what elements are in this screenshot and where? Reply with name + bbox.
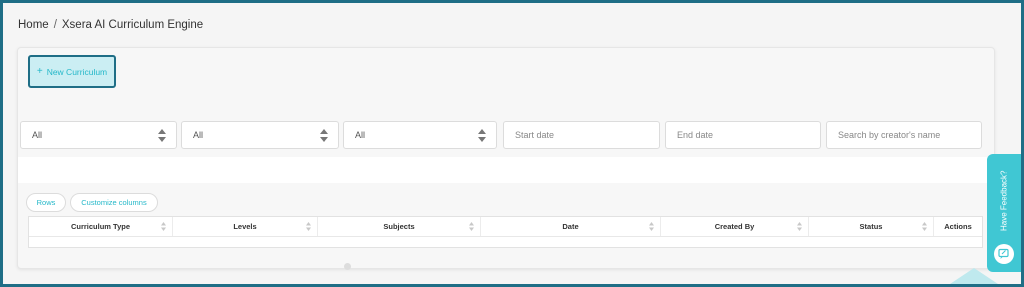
creator-search-placeholder: Search by creator's name <box>838 130 941 140</box>
creator-search-input[interactable]: Search by creator's name <box>826 121 982 149</box>
column-header-actions: Actions <box>934 217 982 236</box>
column-label: Subjects <box>383 222 415 231</box>
column-label: Status <box>859 222 883 231</box>
filter-select-1-value: All <box>32 130 43 140</box>
table-header: Curriculum Type Levels Subjects Date Cre… <box>29 217 982 237</box>
sort-icon <box>161 222 166 231</box>
column-label: Curriculum Type <box>70 222 131 231</box>
column-header-created-by[interactable]: Created By <box>661 217 809 236</box>
breadcrumb-current: Xsera AI Curriculum Engine <box>61 19 204 31</box>
feedback-tab[interactable]: Have Feedback? <box>987 154 1021 272</box>
curriculum-table: Curriculum Type Levels Subjects Date Cre… <box>28 216 983 248</box>
end-date-input[interactable]: End date <box>665 121 821 149</box>
column-label: Actions <box>944 222 972 231</box>
plus-icon: + <box>36 66 43 77</box>
sort-icon <box>797 222 802 231</box>
column-header-date[interactable]: Date <box>481 217 661 236</box>
column-header-subjects[interactable]: Subjects <box>318 217 481 236</box>
column-header-curriculum-type[interactable]: Curriculum Type <box>29 217 173 236</box>
window-frame-top <box>0 0 1024 3</box>
sort-icon <box>306 222 311 231</box>
start-date-input[interactable]: Start date <box>503 121 660 149</box>
end-date-placeholder: End date <box>677 130 714 140</box>
column-header-status[interactable]: Status <box>809 217 934 236</box>
feedback-icon[interactable] <box>994 244 1014 264</box>
filters-divider-band <box>18 157 992 183</box>
breadcrumb: Home / Xsera AI Curriculum Engine <box>18 19 203 31</box>
filter-select-3[interactable]: All <box>343 121 497 149</box>
filter-select-3-value: All <box>355 130 366 140</box>
feedback-label: Have Feedback? <box>999 170 1009 232</box>
column-label: Date <box>562 222 579 231</box>
column-label: Levels <box>233 222 257 231</box>
table-empty-row <box>29 236 982 248</box>
sort-icon <box>922 222 927 231</box>
sort-icon <box>469 222 474 231</box>
breadcrumb-home[interactable]: Home <box>18 19 49 31</box>
sort-icon <box>649 222 654 231</box>
customize-columns-label: Customize columns <box>81 198 147 207</box>
customize-columns-button[interactable]: Customize columns <box>70 193 158 212</box>
start-date-placeholder: Start date <box>515 130 555 140</box>
new-curriculum-label: New Curriculum <box>46 66 108 77</box>
rows-button[interactable]: Rows <box>26 193 66 212</box>
new-curriculum-button[interactable]: + New Curriculum <box>28 55 116 88</box>
scroll-indicator <box>344 263 351 270</box>
breadcrumb-separator: / <box>53 19 57 31</box>
chat-edit-icon <box>998 248 1009 259</box>
column-label: Created By <box>714 222 755 231</box>
sort-arrows-icon <box>158 129 166 142</box>
rows-button-label: Rows <box>36 198 56 207</box>
column-header-levels[interactable]: Levels <box>173 217 318 236</box>
sort-arrows-icon <box>478 129 486 142</box>
sort-arrows-icon <box>320 129 328 142</box>
window-frame-left <box>0 0 3 287</box>
filter-select-2-value: All <box>193 130 204 140</box>
filter-select-1[interactable]: All <box>20 121 177 149</box>
filter-select-2[interactable]: All <box>181 121 339 149</box>
